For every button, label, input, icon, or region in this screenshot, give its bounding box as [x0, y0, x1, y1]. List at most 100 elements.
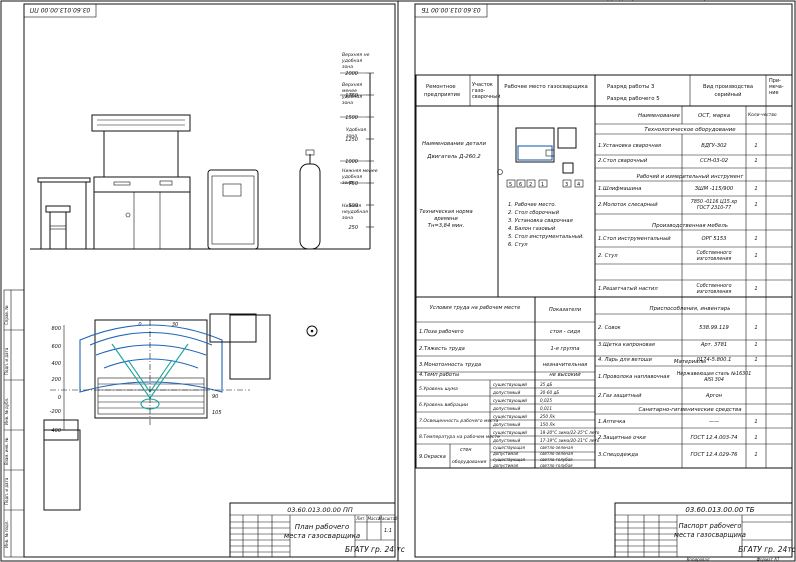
- pair-a-1: существующий: [493, 398, 527, 403]
- stamp-1: Инв. № подл.: [4, 520, 9, 548]
- legend-1: 1. Рабочее место.: [508, 202, 556, 208]
- pair-a-2: существующий: [493, 414, 527, 419]
- tech-qty-0: 1: [754, 143, 757, 149]
- pair-name-1: 6.Уровень вибрации: [419, 402, 468, 408]
- fixt-mark-3: 0174-5.800.1: [697, 0, 732, 2]
- left-title-code: 03.60.013.00.00 ПП: [287, 506, 353, 514]
- pair-b-2: допустимый: [492, 422, 521, 427]
- h-250: 250: [348, 225, 358, 231]
- san-name-0: 1.Аптечка: [598, 419, 625, 425]
- stamp-6: Справ. №: [4, 306, 9, 325]
- bottom-copied: Копировал: [687, 557, 710, 562]
- fixt2-name-1: 4. Ларь для ветоши: [598, 357, 653, 363]
- plan-y-800: 800: [51, 326, 61, 332]
- san-mark-1: ГОСТ 12.4.003-74: [691, 435, 738, 441]
- cond-hdr: Условия труда на рабочем месте: [430, 305, 521, 311]
- left-lit: Лит.: [355, 516, 365, 521]
- paint-color-3: светло-голубая: [540, 463, 573, 468]
- plan-y-0: 0: [58, 395, 61, 401]
- plan-y-400: 400: [51, 361, 61, 367]
- fixt2-qty-1: 1: [754, 357, 757, 363]
- sk-4: 4: [577, 182, 580, 188]
- legend-3: 3. Установка сварочная: [508, 218, 573, 224]
- paint-equip: оборудования: [452, 459, 487, 465]
- cond-name-1: 2.Тяжесть труда: [419, 346, 465, 352]
- tech-mark-0: ВДГУ-302: [701, 143, 726, 149]
- left-title-org: БГАТУ гр. 24 тс: [345, 545, 406, 554]
- left-title-name: План рабочего места газосварщика: [284, 523, 360, 540]
- sk-2: 2: [529, 182, 532, 188]
- cond-name-3: 4.Темп работы: [419, 372, 459, 378]
- pair-b-0: допустимый: [492, 390, 521, 395]
- plan-y-minus200: -200: [50, 409, 61, 415]
- right-title-org: БГАТУ гр. 24тс: [738, 545, 796, 554]
- mat-mark-b-0: AISI 304: [703, 377, 724, 383]
- fixt-qty-0: 1: [754, 286, 757, 292]
- hdr-col3: Рабочее место газосварщика: [504, 84, 588, 90]
- elevation-view: [30, 114, 370, 250]
- eq-hdr-name: Наименование: [638, 113, 681, 119]
- furn-name-0: 1.Стол инструментальный: [598, 236, 671, 242]
- eq-hdr-qty: Коли-чество: [748, 112, 777, 118]
- paint-kind-3: допустимая: [492, 463, 519, 468]
- left-title-block: 03.60.013.00.00 ПП План рабочего места га…: [229, 502, 406, 558]
- left-scale: Масштаб: [378, 516, 398, 521]
- stamp-5: Подп. и дата: [4, 347, 9, 375]
- plan-y-200: 200: [51, 377, 61, 383]
- tool-qty-0: 1: [754, 186, 757, 192]
- tech-mark-1: ССН-03-02: [700, 158, 728, 164]
- hdr-col4b: Разряд рабочего 5: [607, 96, 660, 102]
- san-name-2: 3.Спецодежда: [598, 452, 638, 458]
- paint-color-0: светло-зеленая: [540, 445, 573, 450]
- tool-mark-b-1: ГОСТ 2310-77: [697, 205, 731, 211]
- paint-kind-2: существующая: [493, 457, 526, 462]
- san-mark-2: ГОСТ 12.4.029-76: [691, 452, 739, 458]
- h-1500: 1500: [345, 115, 358, 121]
- pair-name-3: 8.Температура на рабочем месте: [419, 434, 500, 440]
- fixt-mark-1: 538.99.119: [699, 325, 729, 331]
- sk-5: 5: [509, 182, 512, 188]
- fixt-qty-1: 1: [754, 325, 757, 331]
- mat-name-1: 2.Газ защитный: [598, 393, 642, 399]
- part-value: Двигатель Д-260.2: [426, 154, 481, 160]
- cond-val-0: стоя - сидя: [550, 329, 580, 335]
- furn-name-1: 2. Стул: [598, 253, 618, 259]
- cond-val-1: 1-я группа: [551, 346, 580, 352]
- tech-name-0: 1.Установка сварочная: [598, 143, 661, 149]
- cond-val-2: незначительная: [543, 362, 588, 368]
- legend-5: 5. Стол инструментальный.: [508, 234, 584, 240]
- stamp-4: Инв. № дубл.: [4, 398, 9, 425]
- pair-b-1: допустимый: [492, 406, 521, 411]
- fixt-mark-a-0: Собственного: [696, 283, 731, 289]
- pair-b-3: допустимый: [492, 438, 521, 443]
- section-fixt: Приспособления, инвентарь: [650, 306, 731, 312]
- norm-text: Техническая норма времени Тн=3,84 мин.: [419, 209, 472, 229]
- pair-bv-3: 17-19°С зима/20-21°С лето: [540, 438, 600, 443]
- right-title-name: Паспорт рабочего места газосварщика: [674, 522, 746, 539]
- plan-y-400b: 400: [51, 428, 61, 434]
- section-tools: Рабочий и измерительный инструмент: [637, 174, 745, 180]
- h-2000: 2000: [345, 71, 358, 77]
- mat-mark-a-0: Нержавеющая сталь №16301: [677, 371, 752, 377]
- paint-kind-1: допустимая: [492, 451, 519, 456]
- hdr-col2: Участок газо-сварочный: [472, 82, 500, 100]
- tool-name-0: 1.Шлифмашина: [598, 186, 641, 192]
- hdr-col4a: Разряд работы 3: [607, 84, 654, 90]
- furn-qty-1: 1: [754, 253, 757, 259]
- san-mark-0: ——: [709, 419, 719, 425]
- pair-name-0: 5.Уровень шума: [419, 386, 458, 392]
- stamp-2: Подп. и дата: [4, 477, 9, 505]
- paint-name: 9.Окраска: [419, 454, 446, 460]
- fixt2-mark-1: 0174-5.800.1: [697, 357, 732, 363]
- tech-qty-1: 1: [754, 158, 757, 164]
- stamp-3: Взам. инв. №: [4, 438, 9, 465]
- legend-4: 4. Балон газовый: [508, 226, 556, 232]
- mat-mark-1: Аргон: [705, 393, 723, 399]
- fixt-name-0: 1.Решетчатый настил: [598, 286, 658, 292]
- pair-name-2: 7.Освещенность рабочего места: [419, 418, 498, 424]
- tool-qty-1: 1: [754, 202, 757, 208]
- tool-mark-0: ЗШМ -115/900: [695, 186, 734, 192]
- pair-av-2: 250 Лк: [540, 414, 555, 419]
- workplace-sketch: 5 6 2 1 3 4: [497, 127, 584, 188]
- h-1000: 1000: [345, 159, 358, 165]
